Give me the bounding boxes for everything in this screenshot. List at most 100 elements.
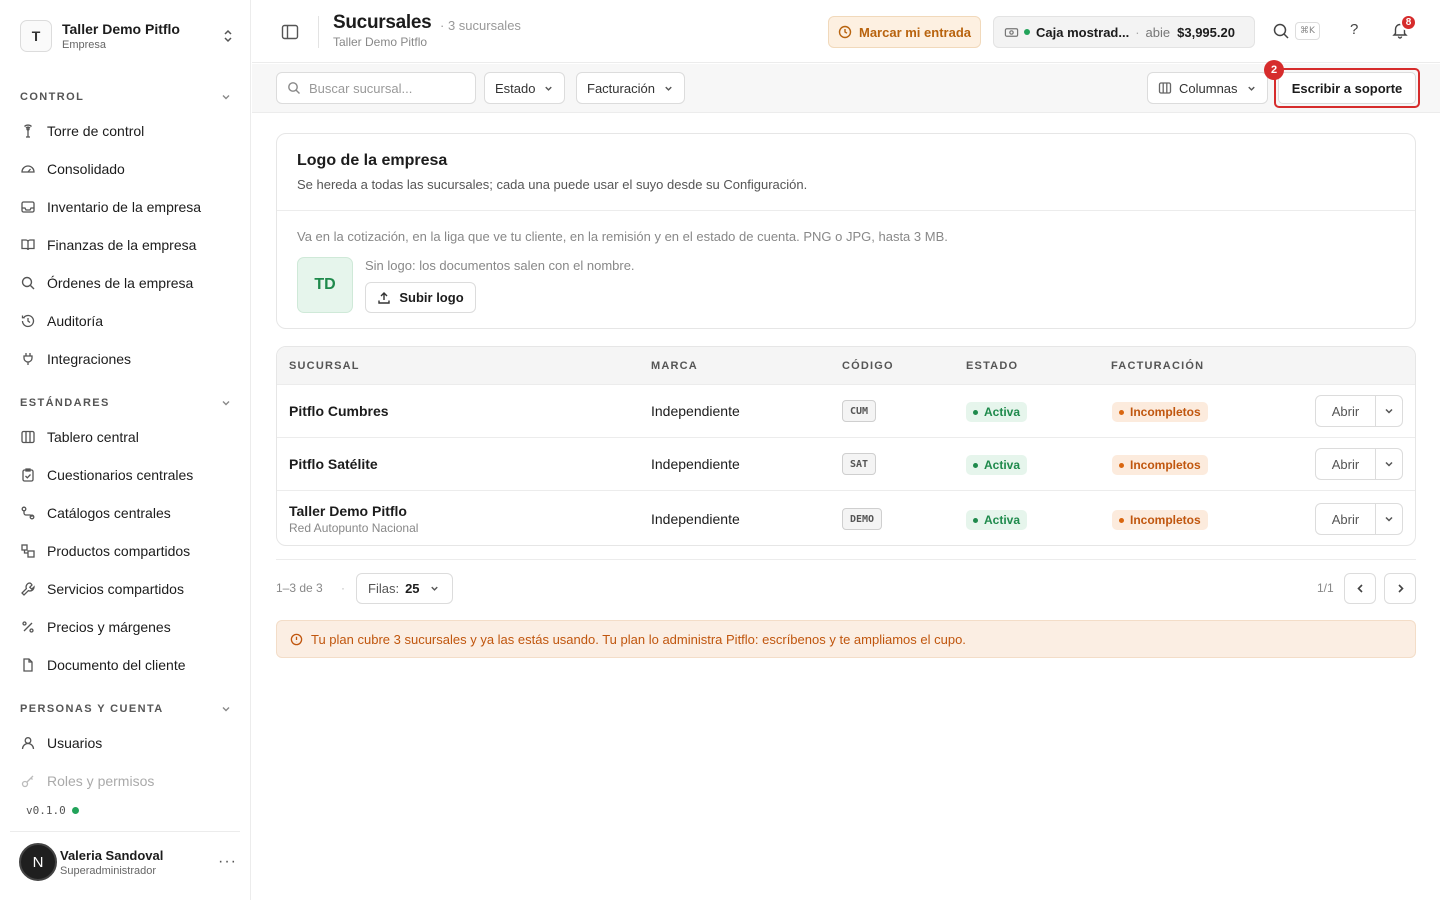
column-header-facturacion[interactable]: FACTURACIÓN: [1111, 360, 1204, 372]
percent-icon: [22, 621, 34, 633]
shortcut-hint: ⌘K: [1295, 22, 1320, 40]
open-button[interactable]: Abrir: [1316, 504, 1376, 534]
columns-dropdown[interactable]: Columnas: [1147, 72, 1268, 104]
page-indicator: 1/1: [1317, 581, 1334, 595]
billing-badge: Incompletos: [1112, 510, 1208, 530]
card-divider: [277, 210, 1415, 211]
section-control[interactable]: CONTROL: [20, 89, 232, 105]
branch-network: Red Autopunto Nacional: [289, 521, 419, 535]
open-button[interactable]: Abrir: [1316, 449, 1376, 479]
column-header-estado[interactable]: ESTADO: [966, 360, 1018, 372]
alert-circle-icon: [290, 633, 303, 645]
table-header: SUCURSAL MARCA CÓDIGO ESTADO FACTURACIÓN: [277, 347, 1415, 385]
status-badge: Activa: [966, 402, 1028, 422]
sidebar-item-ordenes[interactable]: Órdenes de la empresa: [20, 268, 236, 298]
row-menu-button[interactable]: [1376, 396, 1402, 426]
branch-name: Taller Demo Pitflo: [289, 503, 407, 519]
sidebar-item-catalogos[interactable]: Catálogos centrales: [20, 498, 236, 528]
sidebar-item-servicios[interactable]: Servicios compartidos: [20, 574, 236, 604]
org-name: Taller Demo Pitflo: [62, 21, 180, 37]
branches-table: SUCURSAL MARCA CÓDIGO ESTADO FACTURACIÓN…: [276, 346, 1416, 546]
gauge-icon: [21, 165, 35, 173]
chevron-down-icon: [1385, 408, 1393, 414]
table-row[interactable]: Pitflo Satélite Independiente SAT Activa…: [277, 438, 1415, 491]
contact-support-button[interactable]: Escribir a soporte: [1278, 72, 1416, 104]
search-input[interactable]: [309, 80, 469, 96]
chevron-right-icon: [1397, 584, 1404, 593]
top-header: Sucursales · 3 sucursales Taller Demo Pi…: [252, 0, 1440, 63]
wrench-icon: [21, 582, 35, 596]
sidebar-item-inventario[interactable]: Inventario de la empresa: [20, 192, 236, 222]
clipboard-icon: [22, 468, 34, 482]
section-estandares[interactable]: ESTÁNDARES: [20, 395, 232, 411]
more-horizontal-icon[interactable]: ···: [218, 853, 237, 871]
banknote-icon: [1004, 27, 1019, 37]
sidebar-item-tablero-central[interactable]: Tablero central: [20, 422, 236, 452]
sidebar-item-productos[interactable]: Productos compartidos: [20, 536, 236, 566]
row-menu-button[interactable]: [1376, 504, 1402, 534]
search-icon: [21, 276, 35, 290]
logo-help-text: Va en la cotización, en la liga que ve t…: [297, 229, 948, 244]
sidebar-item-documento[interactable]: Documento del cliente: [20, 650, 236, 680]
column-header-sucursal[interactable]: SUCURSAL: [289, 360, 360, 372]
cash-register-name: Caja mostrad...: [1036, 24, 1130, 40]
chevron-down-icon: [665, 86, 672, 91]
rows-per-page-dropdown[interactable]: Filas: 25: [356, 573, 453, 604]
clock-icon: [838, 25, 852, 39]
inbox-icon: [21, 201, 35, 213]
sidebar-item-roles[interactable]: Roles y permisos: [20, 766, 236, 796]
org-switcher[interactable]: T Taller Demo Pitflo Empresa: [20, 19, 236, 53]
next-page-button[interactable]: [1384, 573, 1416, 604]
branch-brand: Independiente: [651, 403, 740, 419]
branch-name: Pitflo Satélite: [289, 456, 378, 472]
billing-badge: Incompletos: [1112, 455, 1208, 475]
sidebar-item-cuestionarios[interactable]: Cuestionarios centrales: [20, 460, 236, 490]
notification-badge: 8: [1400, 14, 1417, 31]
open-button[interactable]: Abrir: [1316, 396, 1376, 426]
key-icon: [21, 775, 34, 788]
columns-icon: [21, 430, 35, 444]
avatar: N: [19, 843, 57, 881]
filter-status-dropdown[interactable]: Estado: [484, 72, 566, 104]
cash-register-state: abie: [1145, 24, 1171, 40]
column-header-marca[interactable]: MARCA: [651, 360, 698, 372]
sidebar-divider: [10, 831, 240, 832]
file-icon: [23, 658, 33, 672]
boxes-icon: [21, 544, 35, 558]
cash-register-selector[interactable]: Caja mostrad... · abie $3,995.20: [993, 16, 1255, 48]
sidebar-toggle-icon[interactable]: [280, 22, 300, 42]
table-row[interactable]: Taller Demo Pitflo Red Autopunto Naciona…: [277, 491, 1415, 545]
section-personas[interactable]: PERSONAS Y CUENTA: [20, 701, 232, 717]
upload-logo-button[interactable]: Subir logo: [365, 282, 476, 313]
sidebar-item-precios[interactable]: Precios y márgenes: [20, 612, 236, 642]
prev-page-button[interactable]: [1344, 573, 1376, 604]
branch-code: SAT: [842, 453, 877, 475]
branch-search[interactable]: [276, 72, 476, 104]
clock-in-button[interactable]: Marcar mi entrada: [828, 16, 981, 48]
chevron-down-icon: [1385, 461, 1393, 467]
page-title: Sucursales: [333, 12, 432, 33]
toolbar: Estado Facturación Columnas Escribir a s…: [252, 60, 1440, 113]
card-title: Logo de la empresa: [297, 152, 448, 169]
sidebar-item-auditoria[interactable]: Auditoría: [20, 306, 236, 336]
page-count: · 3 sucursales: [440, 18, 521, 33]
sidebar-item-consolidado[interactable]: Consolidado: [20, 154, 236, 184]
columns-icon: [1158, 82, 1172, 94]
status-dot: [1024, 29, 1030, 35]
chevron-left-icon: [1356, 584, 1363, 593]
sidebar-item-finanzas[interactable]: Finanzas de la empresa: [20, 230, 236, 260]
version-indicator: v0.1.0: [26, 804, 79, 817]
help-icon[interactable]: ?: [1350, 21, 1358, 38]
search-icon[interactable]: [1272, 22, 1290, 40]
tower-icon: [24, 124, 32, 138]
table-row[interactable]: Pitflo Cumbres Independiente CUM Activa …: [277, 385, 1415, 438]
filter-billing-dropdown[interactable]: Facturación: [576, 72, 685, 104]
sidebar-item-torre-de-control[interactable]: Torre de control: [20, 116, 236, 146]
user-menu[interactable]: N Valeria Sandoval Superadministrador ··…: [19, 843, 237, 881]
chevron-down-icon: [222, 401, 230, 406]
column-header-codigo[interactable]: CÓDIGO: [842, 360, 894, 372]
branch-name: Pitflo Cumbres: [289, 403, 389, 419]
row-menu-button[interactable]: [1376, 449, 1402, 479]
sidebar-item-integraciones[interactable]: Integraciones: [20, 344, 236, 374]
sidebar-item-usuarios[interactable]: Usuarios: [20, 728, 236, 758]
